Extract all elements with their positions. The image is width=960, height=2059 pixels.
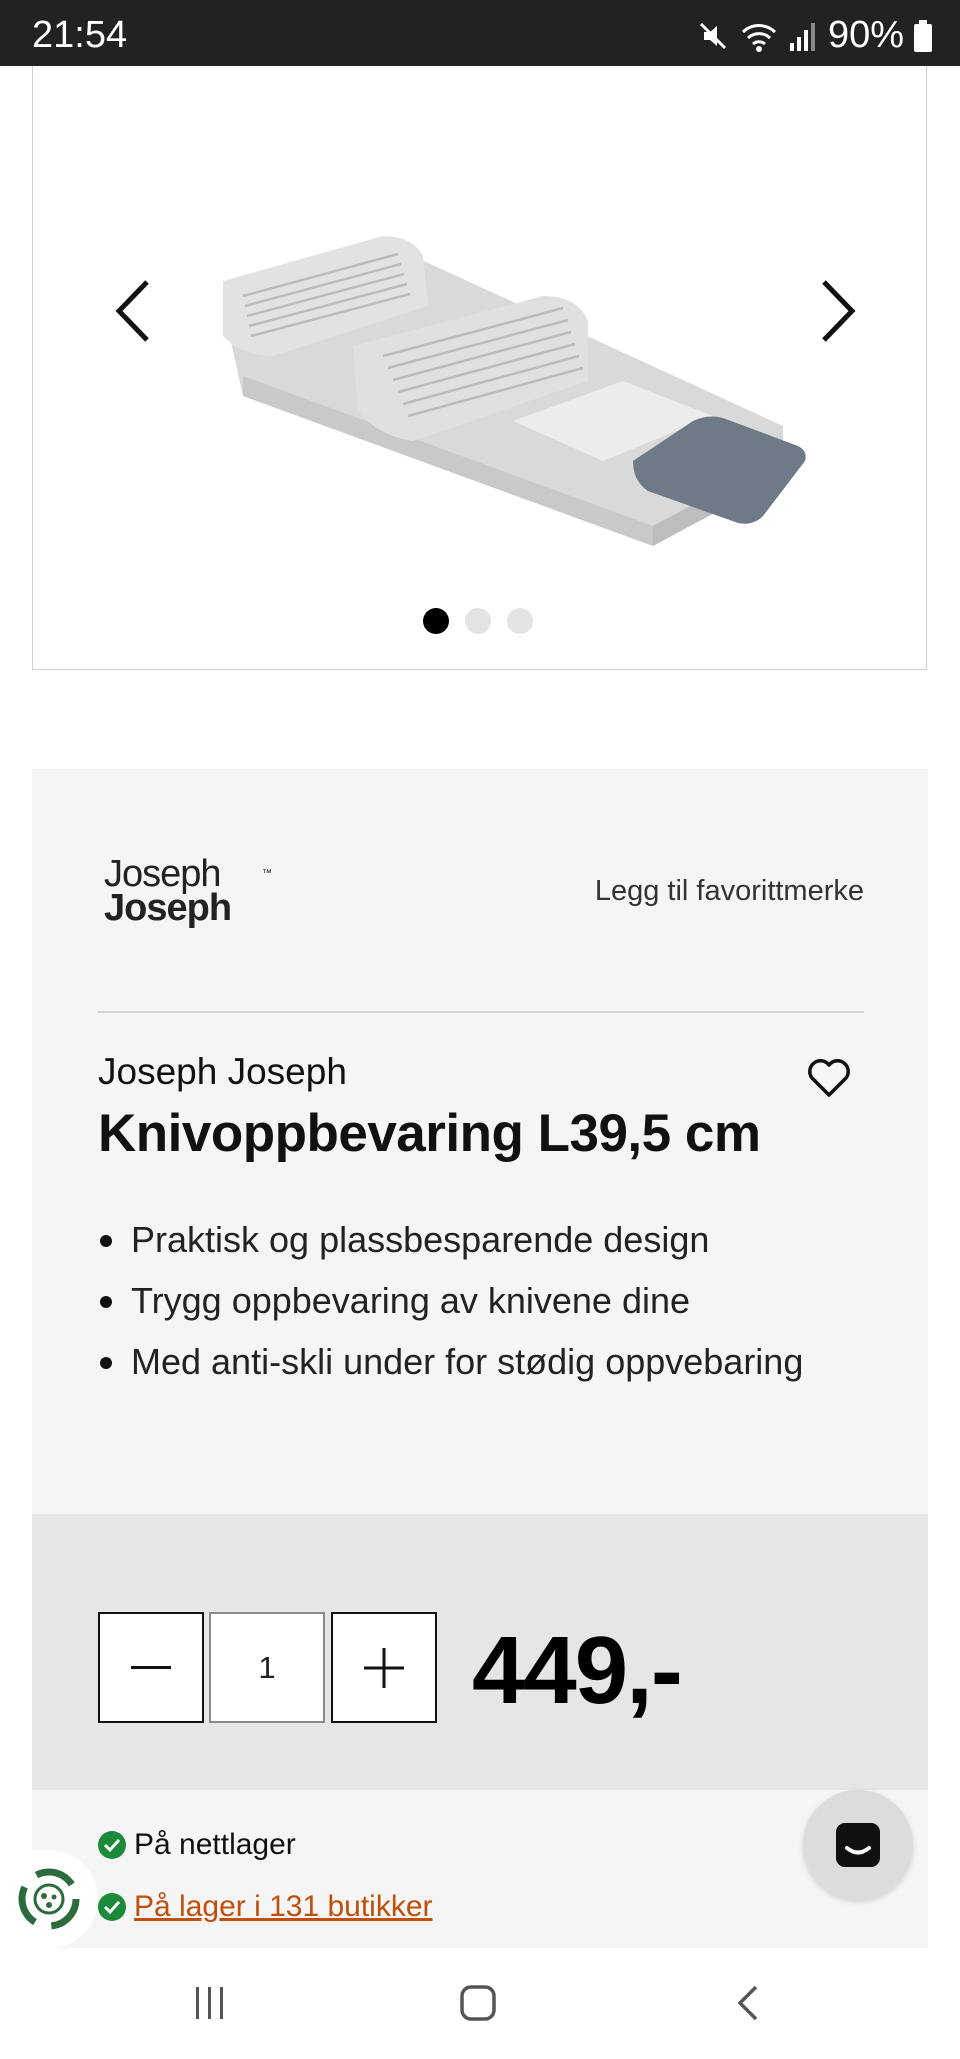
purchase-bar: 449,- bbox=[32, 1514, 928, 1790]
feature-item: Praktisk og plassbesparende design bbox=[98, 1209, 818, 1270]
recent-apps-icon bbox=[196, 1987, 223, 2019]
plus-icon bbox=[364, 1647, 404, 1688]
divider bbox=[98, 1011, 864, 1013]
status-bar: 21:54 90% bbox=[0, 0, 960, 66]
quantity-input[interactable] bbox=[209, 1612, 325, 1723]
home-icon bbox=[460, 1985, 496, 2021]
feature-item: Med anti-skli under for stødig oppvebari… bbox=[98, 1331, 818, 1392]
wifi-icon bbox=[740, 19, 778, 53]
gallery-dot-1[interactable] bbox=[423, 608, 449, 634]
minus-icon bbox=[131, 1665, 171, 1669]
quantity-increase-button[interactable] bbox=[331, 1612, 437, 1723]
battery-level: 90% bbox=[827, 14, 904, 56]
quantity-decrease-button[interactable] bbox=[98, 1612, 204, 1723]
back-icon bbox=[737, 1985, 758, 2021]
back-button[interactable] bbox=[718, 1978, 778, 2028]
chevron-right-icon bbox=[822, 280, 856, 342]
product-title: Knivoppbevaring L39,5 cm bbox=[98, 1104, 761, 1163]
brand-logo-line1: Joseph bbox=[104, 853, 222, 895]
online-stock-label: På nettlager bbox=[134, 1828, 296, 1861]
check-icon bbox=[98, 1831, 126, 1859]
feature-item: Trygg oppbevaring av knivene dine bbox=[98, 1270, 818, 1331]
recent-apps-button[interactable] bbox=[180, 1978, 240, 2028]
heart-icon bbox=[808, 1059, 850, 1097]
recycle-icon bbox=[18, 1868, 80, 1930]
product-brand[interactable]: Joseph Joseph bbox=[98, 1051, 347, 1093]
product-gallery[interactable] bbox=[32, 66, 927, 670]
favorite-heart-button[interactable] bbox=[804, 1053, 854, 1103]
signal-icon bbox=[788, 19, 818, 53]
brand-logo-line2: Joseph bbox=[104, 887, 232, 929]
check-icon bbox=[98, 1893, 126, 1921]
battery-icon bbox=[914, 19, 932, 52]
stock-info: På nettlager På lager i 131 butikker bbox=[32, 1790, 928, 1948]
product-info-panel: Joseph Joseph ™ Legg til favorittmerke J… bbox=[32, 769, 928, 1515]
add-favorite-brand-link[interactable]: Legg til favorittmerke bbox=[595, 875, 864, 908]
gallery-dot-3[interactable] bbox=[507, 608, 533, 634]
feature-list: Praktisk og plassbesparende design Trygg… bbox=[98, 1209, 818, 1392]
chevron-left-icon bbox=[115, 280, 149, 342]
gallery-pagination bbox=[423, 608, 533, 634]
status-icons: 90% bbox=[696, 14, 932, 57]
store-stock-link[interactable]: På lager i 131 butikker bbox=[98, 1890, 433, 1924]
gallery-next-button[interactable] bbox=[808, 266, 868, 356]
mute-icon bbox=[696, 19, 730, 53]
gallery-dot-2[interactable] bbox=[465, 608, 491, 634]
chat-button[interactable] bbox=[803, 1790, 913, 1900]
brand-logo[interactable]: Joseph Joseph ™ bbox=[104, 853, 272, 929]
store-stock-label[interactable]: På lager i 131 butikker bbox=[134, 1890, 433, 1924]
chat-icon bbox=[836, 1823, 880, 1867]
home-button[interactable] bbox=[448, 1978, 508, 2028]
product-price: 449,- bbox=[472, 1617, 683, 1724]
knife-organizer-image bbox=[223, 236, 806, 546]
system-nav-bar bbox=[0, 1948, 960, 2059]
eco-badge[interactable] bbox=[0, 1850, 98, 1948]
brand-logo-tm: ™ bbox=[262, 868, 272, 879]
status-time: 21:54 bbox=[32, 14, 128, 56]
gallery-prev-button[interactable] bbox=[103, 266, 163, 356]
online-stock-status: På nettlager bbox=[98, 1828, 296, 1862]
